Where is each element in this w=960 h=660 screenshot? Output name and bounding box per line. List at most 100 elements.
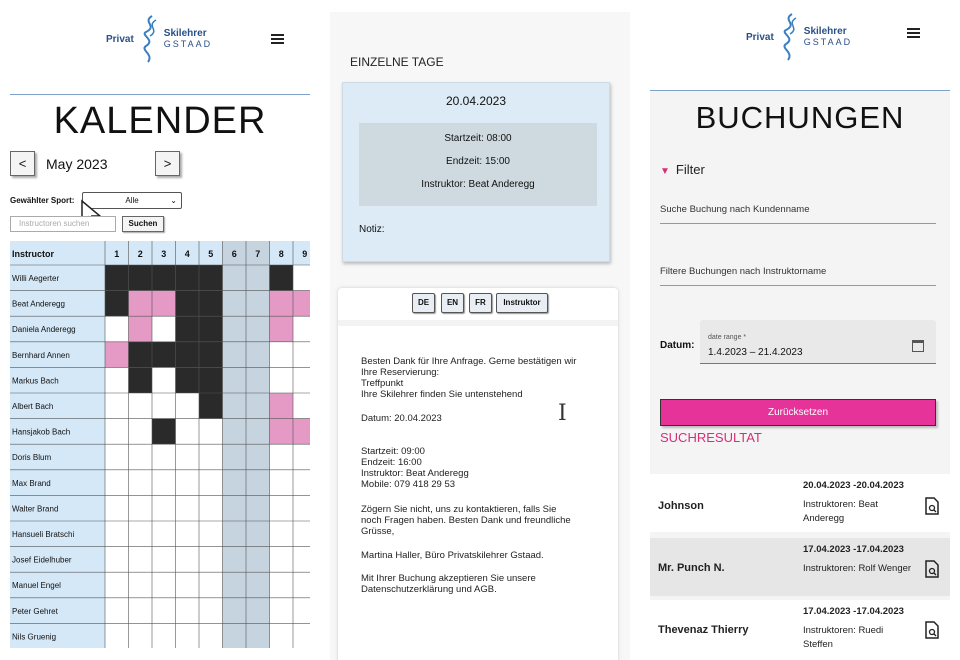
page-title: KALENDER	[53, 100, 267, 142]
sport-label: Gewählter Sport:	[10, 196, 75, 205]
day-cell	[152, 341, 176, 368]
prev-month-button[interactable]: <	[10, 151, 35, 176]
day-cell	[199, 623, 223, 648]
bookings-panel: Privat Skilehrer GSTAAD BUCHUNGEN ▼ Filte…	[650, 0, 950, 660]
day-cell	[152, 265, 176, 291]
instructor-search-input[interactable]: Instructoren suchen	[10, 216, 116, 232]
menu-icon[interactable]	[271, 34, 284, 44]
day-header: 3	[161, 249, 166, 259]
column-header-instructor: Instructor	[12, 249, 55, 259]
day-cell	[105, 597, 129, 624]
instructor-name: Peter Gehret	[12, 607, 59, 616]
day-cell	[128, 265, 152, 291]
result-dates: 17.04.2023 -17.04.2023	[803, 544, 904, 555]
next-month-button[interactable]: >	[155, 151, 180, 176]
days-panel: EINZELNE TAGE 20.04.2023 Startzeit: 08:0…	[330, 12, 630, 660]
filter-toggle[interactable]: ▼ Filter	[660, 162, 705, 177]
day-cell	[128, 341, 152, 368]
instructor-name: Daniela Anderegg	[12, 325, 76, 334]
day-cell	[269, 521, 293, 547]
day-cell	[105, 367, 129, 393]
day-cell	[175, 393, 199, 419]
document-search-icon[interactable]	[925, 560, 939, 578]
calendar-icon[interactable]	[912, 340, 924, 352]
date-range-value: 1.4.2023 – 21.4.2023	[708, 347, 803, 358]
day-cell	[269, 444, 293, 470]
email-preview: DE EN FR Instruktor Besten Dank für Ihre…	[338, 288, 618, 660]
lang-en-button[interactable]: EN	[441, 293, 464, 313]
result-dates: 17.04.2023 -17.04.2023	[803, 606, 904, 617]
date-range-input[interactable]: date range * 1.4.2023 – 21.4.2023	[700, 320, 936, 364]
day-cell	[293, 367, 310, 393]
day-cell	[152, 623, 176, 648]
day-cell	[128, 495, 152, 521]
lang-instructor-button[interactable]: Instruktor	[496, 293, 548, 313]
email-closing-2: noch Fragen haben. Besten Dank und freun…	[361, 515, 571, 526]
brand-logo[interactable]: Privat Skilehrer GSTAAD	[106, 14, 212, 64]
lang-de-button[interactable]: DE	[412, 293, 435, 313]
day-header: 2	[138, 249, 143, 259]
brand-logo[interactable]: Privat Skilehrer GSTAAD	[746, 12, 852, 62]
calendar-panel: Privat Skilehrer GSTAAD KALENDER < May 2…	[10, 0, 310, 648]
day-cell	[293, 393, 310, 419]
day-cell	[105, 623, 129, 648]
instructor-name: Manuel Engel	[12, 581, 61, 590]
day-cell	[199, 546, 223, 573]
instructor-name: Doris Blum	[12, 453, 51, 462]
day-cell	[175, 265, 199, 291]
day-cell	[128, 290, 152, 317]
day-cell	[175, 367, 199, 393]
day-cell	[293, 418, 310, 445]
day-cell	[199, 597, 223, 624]
card-details: Startzeit: 08:00 Endzeit: 15:00 Instrukt…	[359, 123, 597, 206]
day-cell	[128, 572, 152, 598]
menu-icon[interactable]	[907, 28, 920, 38]
date-label: Datum:	[660, 340, 695, 351]
result-row[interactable]: Mr. Punch N. 17.04.2023 -17.04.2023 Inst…	[650, 538, 950, 596]
reset-button[interactable]: Zurücksetzen	[660, 399, 936, 426]
lang-fr-button[interactable]: FR	[469, 293, 492, 313]
day-header: 4	[185, 249, 190, 259]
instructor-name: Markus Bach	[12, 376, 59, 385]
result-name: Mr. Punch N.	[658, 562, 725, 574]
day-cell	[128, 393, 152, 419]
day-cell	[293, 469, 310, 496]
card-instructor: Instruktor: Beat Anderegg	[421, 179, 535, 190]
result-instructors: Instruktoren: Beat Anderegg	[803, 499, 878, 524]
ski-trail-logo-icon	[783, 13, 797, 61]
day-cell	[293, 316, 310, 342]
card-start: Startzeit: 08:00	[444, 133, 512, 144]
day-cell	[269, 316, 293, 342]
mail-divider	[338, 320, 618, 326]
document-search-icon[interactable]	[925, 497, 939, 515]
day-cell	[152, 495, 176, 521]
result-row[interactable]: Thevenaz Thierry 17.04.2023 -17.04.2023 …	[650, 600, 950, 660]
result-row[interactable]: Johnson 20.04.2023 -20.04.2023 Instrukto…	[650, 474, 950, 532]
day-cell	[105, 444, 129, 470]
day-cell	[199, 469, 223, 496]
day-cell	[199, 444, 223, 470]
text-cursor-icon: I	[558, 401, 567, 426]
day-cell	[105, 469, 129, 496]
customer-search-field[interactable]: Suche Buchung nach Kundenname	[660, 204, 936, 224]
instructor-name: Bernhard Annen	[12, 351, 70, 360]
email-date: Datum: 20.04.2023	[361, 413, 442, 424]
day-cell	[152, 597, 176, 624]
day-cell	[152, 469, 176, 496]
day-cell	[199, 265, 223, 291]
day-header: 6	[232, 249, 237, 259]
chevron-down-icon: ⌄	[170, 196, 177, 205]
instructor-filter-field[interactable]: Filtere Buchungen nach Instruktorname	[660, 266, 936, 286]
day-cell	[269, 341, 293, 368]
day-card[interactable]: 20.04.2023 Startzeit: 08:00 Endzeit: 15:…	[342, 82, 610, 262]
search-button[interactable]: Suchen	[122, 216, 164, 232]
result-name: Thevenaz Thierry	[658, 624, 749, 636]
email-closing-3: Grüsse,	[361, 526, 395, 537]
day-cell	[105, 572, 129, 598]
card-note: Notiz:	[359, 224, 385, 235]
day-header: 9	[302, 249, 307, 259]
day-cell	[269, 572, 293, 598]
document-search-icon[interactable]	[925, 621, 939, 639]
day-cell	[293, 623, 310, 648]
day-cell	[269, 546, 293, 573]
